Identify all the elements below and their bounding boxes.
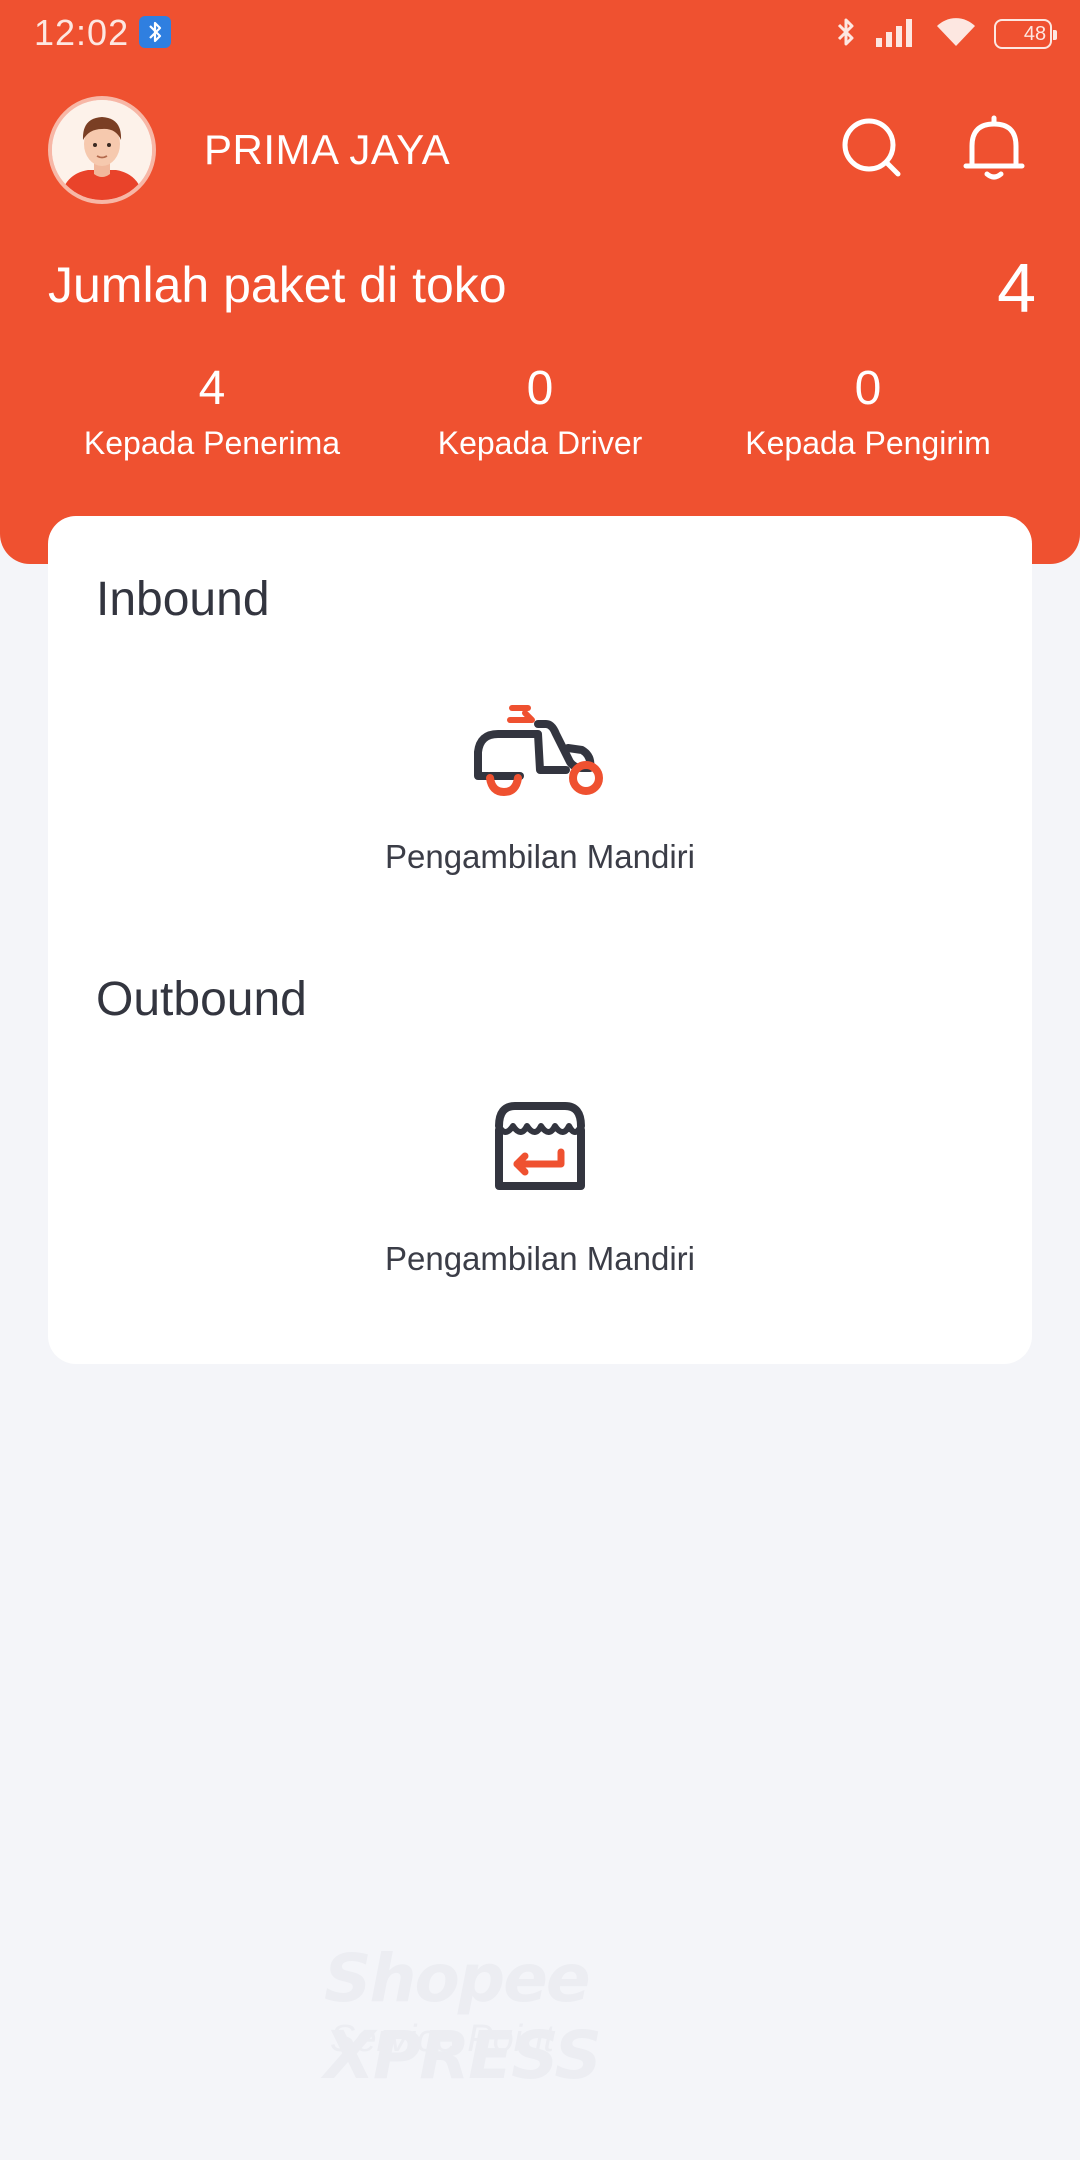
inbound-title: Inbound [96, 573, 270, 626]
stat-label: Kepada Driver [437, 425, 643, 461]
actions-card: Inbound Pengambilan Mandiri Outbound Pen… [48, 516, 1032, 1364]
battery-level: 48 [1023, 22, 1047, 45]
stat-value: 0 [854, 362, 882, 415]
store-name: PRIMA JAYA [204, 126, 451, 173]
avatar[interactable] [48, 96, 156, 204]
search-button[interactable] [836, 112, 908, 184]
tile-label: Pengambilan Mandiri [384, 838, 695, 875]
stat-label: Kepada Penerima [83, 425, 341, 461]
wifi-icon [934, 15, 978, 54]
signal-icon [874, 16, 918, 53]
status-bar: 12:02 48 [0, 0, 1080, 66]
package-count-label: Jumlah paket di toko [48, 257, 507, 313]
notification-button[interactable] [958, 112, 1030, 184]
header-panel: 12:02 48 PRIMA JAYA Jumlah paket di toko… [0, 0, 1080, 564]
stat-to-driver[interactable]: 0 Kepada Driver [380, 358, 700, 466]
outbound-title: Outbound [96, 973, 307, 1026]
avatar-image [52, 100, 152, 200]
battery-icon: 48 [994, 19, 1057, 49]
package-count-value: 4 [997, 249, 1036, 327]
status-time: 12:02 [34, 12, 130, 53]
stat-to-recipient[interactable]: 4 Kepada Penerima [52, 358, 372, 466]
stats-row: 4 Kepada Penerima 0 Kepada Driver 0 Kepa… [0, 358, 1080, 478]
store-icon [495, 1102, 585, 1190]
scooter-icon [474, 705, 603, 797]
search-icon [842, 118, 901, 177]
tile-label: Pengambilan Mandiri [384, 1240, 695, 1277]
bell-icon [963, 115, 1025, 180]
stat-label: Kepada Pengirim [745, 425, 991, 461]
inbound-self-pickup-button[interactable]: Pengambilan Mandiri [48, 694, 1032, 876]
bluetooth-app-icon [139, 16, 171, 48]
stat-value: 0 [526, 362, 554, 415]
watermark-brand: Shopee XPRESS [324, 1940, 602, 2094]
stat-value: 4 [198, 362, 226, 415]
bluetooth-icon [834, 14, 858, 55]
stat-to-sender[interactable]: 0 Kepada Pengirim [708, 358, 1028, 466]
watermark-subtitle: Service Point [330, 2018, 554, 2060]
outbound-self-pickup-button[interactable]: Pengambilan Mandiri [48, 1096, 1032, 1278]
brand-watermark: Shopee XPRESS Service Point [320, 1940, 760, 2094]
